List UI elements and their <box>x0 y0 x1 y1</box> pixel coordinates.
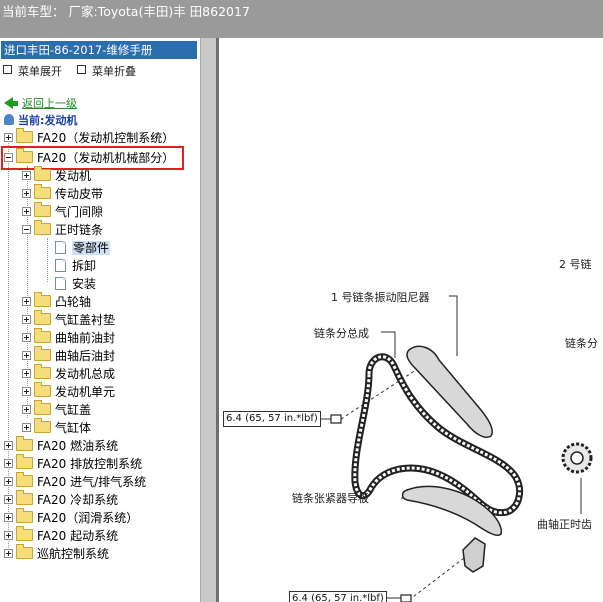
tree-item-removal[interactable]: 拆卸 <box>55 257 96 275</box>
tree-item-camshaft[interactable]: 凸轮轴 <box>22 292 91 311</box>
torque-spec-1: 6.4 (65, 57 in.*lbf) <box>223 411 321 427</box>
current-section-label: 当前:发动机 <box>4 112 77 128</box>
expand-icon <box>4 531 13 540</box>
expand-icon <box>4 441 13 450</box>
expand-all-button[interactable]: 菜单展开 <box>3 63 62 79</box>
tree-item-lubrication[interactable]: FA20（润滑系统） <box>4 508 138 527</box>
label-no1-damper: 1 号链条振动阻尼器 <box>331 291 430 304</box>
folder-icon <box>34 166 51 181</box>
tree-item-cooling[interactable]: FA20 冷却系统 <box>4 490 118 509</box>
tree-item-timing-chain[interactable]: 正时链条 <box>22 220 103 239</box>
expand-icon <box>22 297 31 306</box>
tree-item-fuel-system[interactable]: FA20 燃油系统 <box>4 436 118 455</box>
tree-item-cylinder-head[interactable]: 气缸盖 <box>22 400 91 419</box>
folder-icon <box>34 418 51 433</box>
label-chain-subassembly: 链条分总成 <box>314 327 369 340</box>
current-vehicle-label: 当前车型： 厂家:Toyota(丰田)丰 田862017 <box>2 4 250 19</box>
expand-icon <box>4 495 13 504</box>
expand-icon <box>22 207 31 216</box>
collapse-all-button[interactable]: 菜单折叠 <box>77 63 136 79</box>
tree-item-engine[interactable]: 发动机 <box>22 166 91 185</box>
folder-icon <box>16 436 33 451</box>
tree-item-emission-control[interactable]: FA20 排放控制系统 <box>4 454 142 473</box>
tree-item-components[interactable]: 零部件 <box>55 239 111 257</box>
expand-icon <box>22 333 31 342</box>
expand-icon <box>22 369 31 378</box>
diagram-pane: 2 号链 1 号链条振动阻尼器 链条分总成 链条分 6.4 (65, 57 in… <box>219 38 603 602</box>
tree-item-engine-unit[interactable]: 发动机单元 <box>22 382 115 401</box>
folder-icon <box>34 364 51 379</box>
folder-icon <box>34 292 51 307</box>
expand-icon <box>4 477 13 486</box>
tree-item-installation[interactable]: 安装 <box>55 275 96 293</box>
folder-icon <box>16 508 33 523</box>
folder-icon <box>34 310 51 325</box>
folder-icon <box>16 454 33 469</box>
expand-icon <box>22 315 31 324</box>
tree-item-intake-exhaust[interactable]: FA20 进气/排气系统 <box>4 472 146 491</box>
folder-icon <box>34 202 51 217</box>
tree-item-fa20-engine-control[interactable]: FA20（发动机控制系统） <box>4 128 174 147</box>
folder-icon <box>16 472 33 487</box>
document-icon <box>55 277 66 290</box>
tree-item-rear-oil-seal[interactable]: 曲轴后油封 <box>22 346 115 365</box>
expand-icon <box>22 189 31 198</box>
label-tensioner-guide: 链条张紧器导板 <box>292 492 369 505</box>
back-link[interactable]: 返回上一级 <box>4 95 77 111</box>
tree-item-cylinder-block[interactable]: 气缸体 <box>22 418 91 437</box>
folder-icon <box>34 400 51 415</box>
tree-item-front-oil-seal[interactable]: 曲轴前油封 <box>22 328 115 347</box>
collapse-icon <box>77 65 86 74</box>
label-crank-sprocket: 曲轴正时齿 <box>537 518 592 531</box>
expand-icon <box>3 65 12 74</box>
tree-item-head-gasket[interactable]: 气缸盖衬垫 <box>22 310 115 329</box>
expand-icon <box>22 387 31 396</box>
expand-icon <box>4 459 13 468</box>
collapse-icon <box>22 225 31 234</box>
tree-item-valve-clearance[interactable]: 气门间隙 <box>22 202 103 221</box>
expand-icon <box>4 133 13 142</box>
folder-open-icon <box>34 220 51 235</box>
pane-splitter[interactable] <box>200 38 219 602</box>
tree-item-starting[interactable]: FA20 起动系统 <box>4 526 118 545</box>
user-icon <box>4 114 14 125</box>
manual-title: 进口丰田-86-2017-维修手册 <box>1 41 197 59</box>
document-icon <box>55 259 66 272</box>
folder-icon <box>16 490 33 505</box>
document-icon <box>55 241 66 254</box>
tree-item-drive-belt[interactable]: 传动皮带 <box>22 184 103 203</box>
folder-icon <box>34 184 51 199</box>
expand-icon <box>22 405 31 414</box>
folder-icon <box>16 526 33 541</box>
tree-item-cruise-control[interactable]: 巡航控制系统 <box>4 544 109 563</box>
expand-icon <box>4 549 13 558</box>
torque-spec-2: 6.4 (65, 57 in.*lbf) <box>289 591 387 602</box>
expand-icon <box>22 423 31 432</box>
expand-icon <box>22 171 31 180</box>
folder-icon <box>34 382 51 397</box>
folder-icon <box>34 328 51 343</box>
expand-icon <box>4 513 13 522</box>
sidebar: 进口丰田-86-2017-维修手册 菜单展开 菜单折叠 返回上一级 当前:发动机… <box>0 38 200 602</box>
expand-icon <box>22 351 31 360</box>
title-bar: 当前车型： 厂家:Toyota(丰田)丰 田862017 <box>0 0 603 38</box>
folder-icon <box>16 544 33 559</box>
tree-item-engine-assembly[interactable]: 发动机总成 <box>22 364 115 383</box>
label-chain-subassembly-2: 链条分 <box>565 337 598 350</box>
folder-icon <box>16 128 33 143</box>
label-no2-chain: 2 号链 <box>559 258 592 271</box>
folder-icon <box>34 346 51 361</box>
